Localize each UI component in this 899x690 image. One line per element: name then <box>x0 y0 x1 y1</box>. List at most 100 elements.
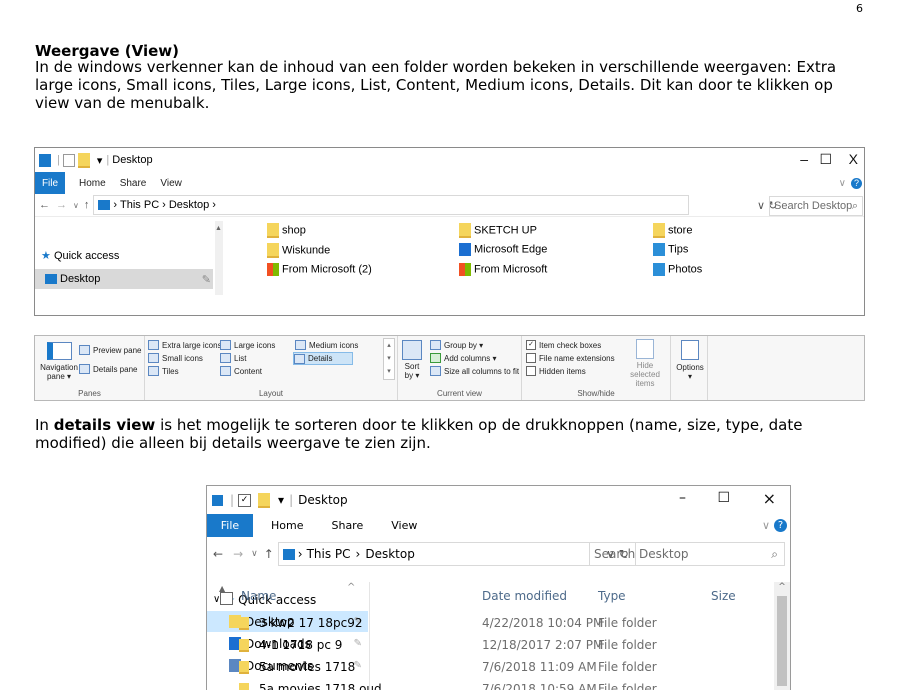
qat-dropdown-icon[interactable]: ▾ <box>278 493 284 507</box>
breadcrumb-this-pc[interactable]: This PC <box>307 547 351 561</box>
tab-home[interactable]: Home <box>79 178 106 189</box>
layout-scroll[interactable]: ▴ ▾ ▾ <box>383 338 395 380</box>
help-icon[interactable]: ? <box>774 519 787 532</box>
tab-file[interactable]: File <box>35 172 65 194</box>
preview-pane-button[interactable]: Preview pane <box>79 345 141 355</box>
list-item[interactable]: store <box>653 223 692 238</box>
folder-icon[interactable] <box>258 492 271 508</box>
add-columns-button[interactable]: Add columns ▾ <box>430 353 496 363</box>
file-name-extensions[interactable]: File name extensions <box>526 353 615 363</box>
scroll-thumb[interactable] <box>777 596 787 686</box>
back-icon[interactable]: ← <box>39 199 50 211</box>
column-name[interactable]: Name <box>241 589 276 603</box>
list-item[interactable]: From Microsoft <box>459 263 547 276</box>
table-row[interactable]: 5a movies 1718 7/6/2018 11:09 AM File fold… <box>207 658 767 679</box>
forward-icon[interactable]: → <box>56 199 67 211</box>
hide-selected-button[interactable]: Hide selected items <box>625 339 665 388</box>
tab-view[interactable]: View <box>391 519 417 532</box>
breadcrumb-desktop[interactable]: Desktop <box>365 547 415 561</box>
list-option[interactable]: List <box>220 353 246 363</box>
table-row[interactable]: 3 kw2 17 18pc92 4/22/2018 10:04 PM File fo… <box>207 614 767 635</box>
folder-icon <box>653 223 665 238</box>
table-row[interactable]: 4-1 1718 pc 9 12/18/2017 2:07 PM File fold… <box>207 636 767 657</box>
hidden-items[interactable]: Hidden items <box>526 366 586 376</box>
up-icon[interactable]: ↑ <box>264 547 274 561</box>
search-input[interactable]: Search Desktop ⌕ <box>589 542 785 566</box>
address-bar[interactable]: › This PC › Desktop ∨ ↻ <box>277 542 636 566</box>
pin-icon[interactable]: ✎ <box>202 273 211 286</box>
address-bar[interactable]: › This PC › Desktop › ∨ ↻ <box>93 195 777 215</box>
ribbon-tabs: File Home Share View ∨ ? <box>35 172 864 194</box>
select-all-checkbox[interactable] <box>220 592 233 605</box>
tab-home[interactable]: Home <box>271 519 303 532</box>
list-item[interactable]: Wiskunde <box>267 243 330 258</box>
navigation-pane-button[interactable]: Navigation pane ▾ <box>39 342 79 381</box>
details-option[interactable]: Details <box>293 352 353 365</box>
microsoft-icon <box>459 263 471 276</box>
recent-icon[interactable]: ∨ <box>251 549 258 559</box>
chevron-down-icon[interactable]: ∨ <box>762 519 770 532</box>
qat-dropdown-icon[interactable]: ▾ <box>97 154 103 167</box>
view-ribbon: Navigation pane ▾ Preview pane Details p… <box>34 335 865 401</box>
tab-share[interactable]: Share <box>120 178 147 189</box>
tiles-option[interactable]: Tiles <box>148 366 179 376</box>
details-pane-button[interactable]: Details pane <box>79 364 137 374</box>
scrollbar[interactable]: ▲ <box>215 221 223 295</box>
chevron-down-icon[interactable]: ∨ <box>839 178 846 189</box>
list-item[interactable]: From Microsoft (2) <box>267 263 372 276</box>
maximize-icon[interactable]: ☐ <box>717 490 730 506</box>
folder-icon[interactable] <box>77 152 90 168</box>
properties-icon[interactable]: ✓ <box>238 493 252 507</box>
tab-share[interactable]: Share <box>331 519 363 532</box>
group-by-button[interactable]: Group by ▾ <box>430 340 483 350</box>
tab-file[interactable]: File <box>207 514 253 537</box>
back-icon[interactable]: ← <box>213 547 223 561</box>
recent-icon[interactable]: ∨ <box>73 201 79 210</box>
title-bar: | ✓ ▾ | Desktop – ☐ × <box>207 486 790 514</box>
up-icon[interactable]: ↑ <box>84 199 90 211</box>
list-item[interactable]: Tips <box>653 243 688 256</box>
breadcrumb-this-pc[interactable]: This PC <box>120 199 159 211</box>
cell-date: 12/18/2017 2:07 PM <box>482 638 604 652</box>
nav-desktop[interactable]: Desktop ✎ <box>35 269 213 289</box>
close-icon[interactable]: X <box>849 151 858 167</box>
list-item[interactable]: Microsoft Edge <box>459 243 547 256</box>
scroll-up-icon[interactable]: ^ <box>774 582 790 592</box>
help-icon[interactable]: ? <box>851 177 862 189</box>
forward-icon[interactable]: → <box>233 547 243 561</box>
minimize-icon[interactable]: – <box>679 490 686 506</box>
close-icon[interactable]: × <box>763 489 776 508</box>
pc-icon <box>98 200 111 210</box>
size-all-columns-button[interactable]: Size all columns to fit <box>430 366 519 376</box>
hide-selected-icon <box>636 339 654 359</box>
properties-icon[interactable] <box>62 153 75 167</box>
breadcrumb-desktop[interactable]: Desktop <box>169 199 209 211</box>
maximize-icon[interactable]: ☐ <box>819 151 832 168</box>
large-icons-option[interactable]: Large icons <box>220 340 275 350</box>
column-size[interactable]: Size <box>711 589 736 603</box>
search-icon: ⌕ <box>771 546 778 561</box>
small-icons-option[interactable]: Small icons <box>148 353 203 363</box>
content-icon <box>220 366 231 376</box>
details-pane-icon <box>79 364 90 374</box>
folder-icon <box>267 243 279 258</box>
address-row: ← → ∨ ↑ › This PC › Desktop ∨ ↻ Search D… <box>207 541 790 567</box>
item-check-boxes[interactable]: ✓ Item check boxes <box>526 340 601 350</box>
extra-large-icons-option[interactable]: Extra large icons <box>148 340 222 350</box>
nav-quick-access[interactable]: ★ Quick access <box>41 249 119 262</box>
tab-view[interactable]: View <box>160 178 182 189</box>
options-button[interactable]: Options ▾ <box>676 340 704 381</box>
content-option[interactable]: Content <box>220 366 262 376</box>
minimize-icon[interactable]: – <box>800 151 808 167</box>
column-date-modified[interactable]: Date modified <box>482 589 567 603</box>
search-input[interactable]: Search Desktop ⌕ <box>769 196 863 216</box>
list-item[interactable]: shop <box>267 223 306 238</box>
scrollbar[interactable]: ^ <box>774 582 790 690</box>
details-icon <box>294 353 305 364</box>
title-bar: | ▾ | Desktop – ☐ X <box>35 148 864 172</box>
list-item[interactable]: SKETCH UP <box>459 223 537 238</box>
sort-by-button[interactable]: Sort by ▾ <box>401 340 423 380</box>
medium-icons-option[interactable]: Medium icons <box>295 340 358 350</box>
column-type[interactable]: Type <box>598 589 626 603</box>
list-item[interactable]: Photos <box>653 263 702 276</box>
